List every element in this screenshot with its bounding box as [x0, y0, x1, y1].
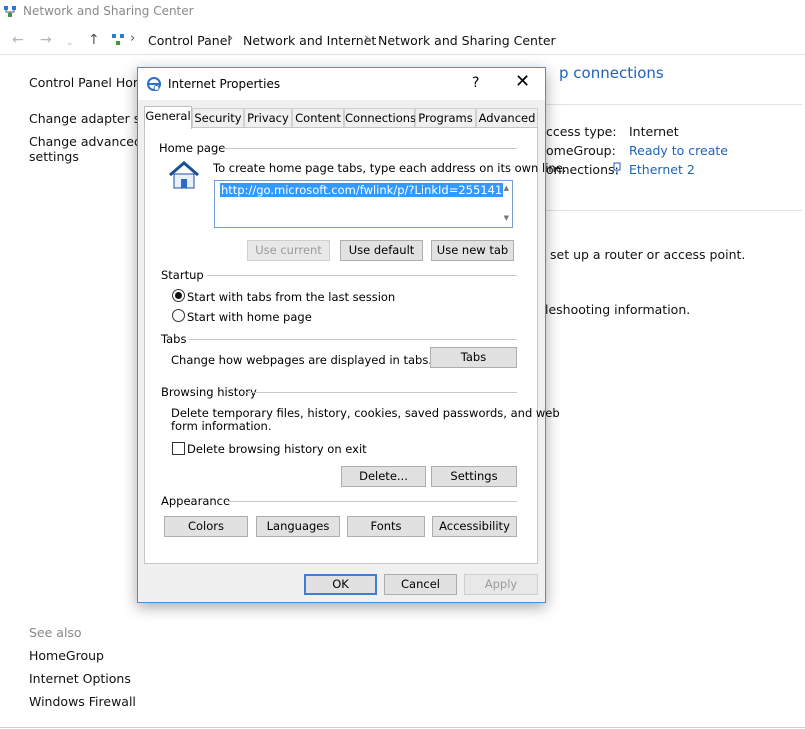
control-panel-home-link[interactable]: Control Panel Home [29, 75, 153, 90]
ethernet-link[interactable]: Ethernet 2 [629, 162, 695, 177]
browsing-history-label: Browsing history [161, 385, 257, 399]
use-new-tab-button[interactable]: Use new tab [431, 240, 514, 261]
tabs-description: Change how webpages are displayed in tab… [171, 353, 432, 367]
appearance-label: Appearance [161, 494, 231, 508]
fonts-button[interactable]: Fonts [347, 516, 425, 537]
address-bar: ← → ⌄ ↑ › Control Panel › Network and In… [0, 28, 805, 54]
home-page-url-text: http://go.microsoft.com/fwlink/p/?LinkId… [220, 183, 504, 197]
startup-home-page-label[interactable]: Start with home page [187, 310, 312, 324]
control-panel-icon [112, 34, 124, 45]
tab-advanced[interactable]: Advanced [476, 108, 538, 128]
browsing-history-description-1: Delete temporary files, history, cookies… [171, 406, 560, 420]
delete-history-button[interactable]: Delete... [341, 466, 426, 487]
crumb-control-panel[interactable]: Control Panel [148, 33, 231, 48]
use-default-button[interactable]: Use default [340, 240, 423, 261]
tab-security[interactable]: Security [192, 108, 244, 128]
use-current-button[interactable]: Use current [247, 240, 330, 261]
help-icon[interactable]: ? [472, 75, 479, 91]
access-type-value: Internet [629, 124, 679, 139]
section-divider [546, 104, 802, 105]
ok-button[interactable]: OK [304, 574, 377, 595]
startup-label: Startup [161, 268, 204, 282]
internet-options-link[interactable]: Internet Options [29, 671, 131, 686]
tab-connections[interactable]: Connections [344, 108, 416, 128]
cancel-button[interactable]: Cancel [384, 574, 457, 595]
home-page-label: Home page [159, 141, 226, 155]
tab-strip: General Security Privacy Content Connect… [144, 106, 538, 129]
browsing-history-description-2: form information. [171, 419, 272, 433]
window-bottom-edge [0, 727, 805, 728]
chevron-right-icon: › [364, 31, 370, 46]
dialog-title: Internet Properties [168, 77, 281, 91]
group-divider [223, 148, 517, 149]
startup-home-page-radio[interactable] [172, 309, 185, 322]
windows-firewall-link[interactable]: Windows Firewall [29, 694, 136, 709]
crumb-network-internet[interactable]: Network and Internet [243, 33, 376, 48]
apply-button[interactable]: Apply [464, 574, 538, 595]
group-divider [207, 275, 517, 276]
tab-content[interactable]: Content [292, 108, 344, 128]
home-page-url-field[interactable]: http://go.microsoft.com/fwlink/p/?LinkId… [214, 180, 513, 228]
internet-explorer-icon [147, 77, 161, 91]
scroll-up-icon[interactable]: ▲ [504, 184, 509, 192]
startup-last-session-radio[interactable] [172, 289, 185, 302]
up-arrow-icon[interactable]: ↑ [88, 32, 100, 48]
recent-chevron-icon[interactable]: ⌄ [66, 35, 74, 51]
scroll-down-icon[interactable]: ▼ [504, 214, 509, 222]
group-divider [225, 501, 517, 502]
delete-on-exit-label[interactable]: Delete browsing history on exit [187, 442, 367, 456]
chevron-right-icon: › [130, 31, 136, 46]
address-divider [0, 54, 805, 55]
history-settings-button[interactable]: Settings [431, 466, 517, 487]
change-advanced-sharing-link-cont[interactable]: settings [29, 149, 79, 164]
crumb-network-sharing-center[interactable]: Network and Sharing Center [378, 33, 556, 48]
accessibility-button[interactable]: Accessibility [432, 516, 517, 537]
delete-on-exit-checkbox[interactable] [172, 442, 185, 455]
troubleshoot-text[interactable]: leshooting information. [545, 302, 690, 317]
forward-arrow-icon[interactable]: → [40, 32, 52, 48]
colors-button[interactable]: Colors [164, 516, 248, 537]
general-tab-page: Home page To create home page tabs, type… [144, 127, 566, 564]
see-also-label: See also [29, 625, 82, 640]
homegroup-link[interactable]: HomeGroup [29, 648, 104, 663]
section-divider [546, 210, 802, 211]
group-divider [245, 392, 517, 393]
tab-programs[interactable]: Programs [415, 108, 476, 128]
window-titlebar: Network and Sharing Center [0, 0, 805, 24]
startup-last-session-label[interactable]: Start with tabs from the last session [187, 290, 395, 304]
access-type-label: ccess type: [546, 124, 617, 139]
group-divider [189, 339, 517, 340]
homegroup-label: omeGroup: [546, 143, 616, 158]
network-icon [4, 6, 16, 17]
close-icon[interactable]: ✕ [515, 72, 530, 92]
tabs-settings-button[interactable]: Tabs [430, 347, 517, 368]
internet-properties-dialog: Internet Properties ? ✕ General Security… [137, 67, 566, 603]
ethernet-icon [613, 162, 621, 175]
window-title: Network and Sharing Center [23, 4, 194, 18]
chevron-right-icon: › [228, 31, 234, 46]
back-arrow-icon[interactable]: ← [12, 32, 24, 48]
setup-router-text[interactable]: set up a router or access point. [550, 247, 745, 262]
main-heading: p connections [559, 64, 664, 82]
dialog-titlebar: Internet Properties ? ✕ [138, 68, 545, 100]
homegroup-value-link[interactable]: Ready to create [629, 143, 728, 158]
languages-button[interactable]: Languages [256, 516, 340, 537]
house-icon [169, 161, 199, 189]
tab-general[interactable]: General [144, 106, 192, 129]
home-page-instructions: To create home page tabs, type each addr… [213, 161, 567, 175]
tab-privacy[interactable]: Privacy [244, 108, 292, 128]
tabs-section-label: Tabs [161, 332, 187, 346]
